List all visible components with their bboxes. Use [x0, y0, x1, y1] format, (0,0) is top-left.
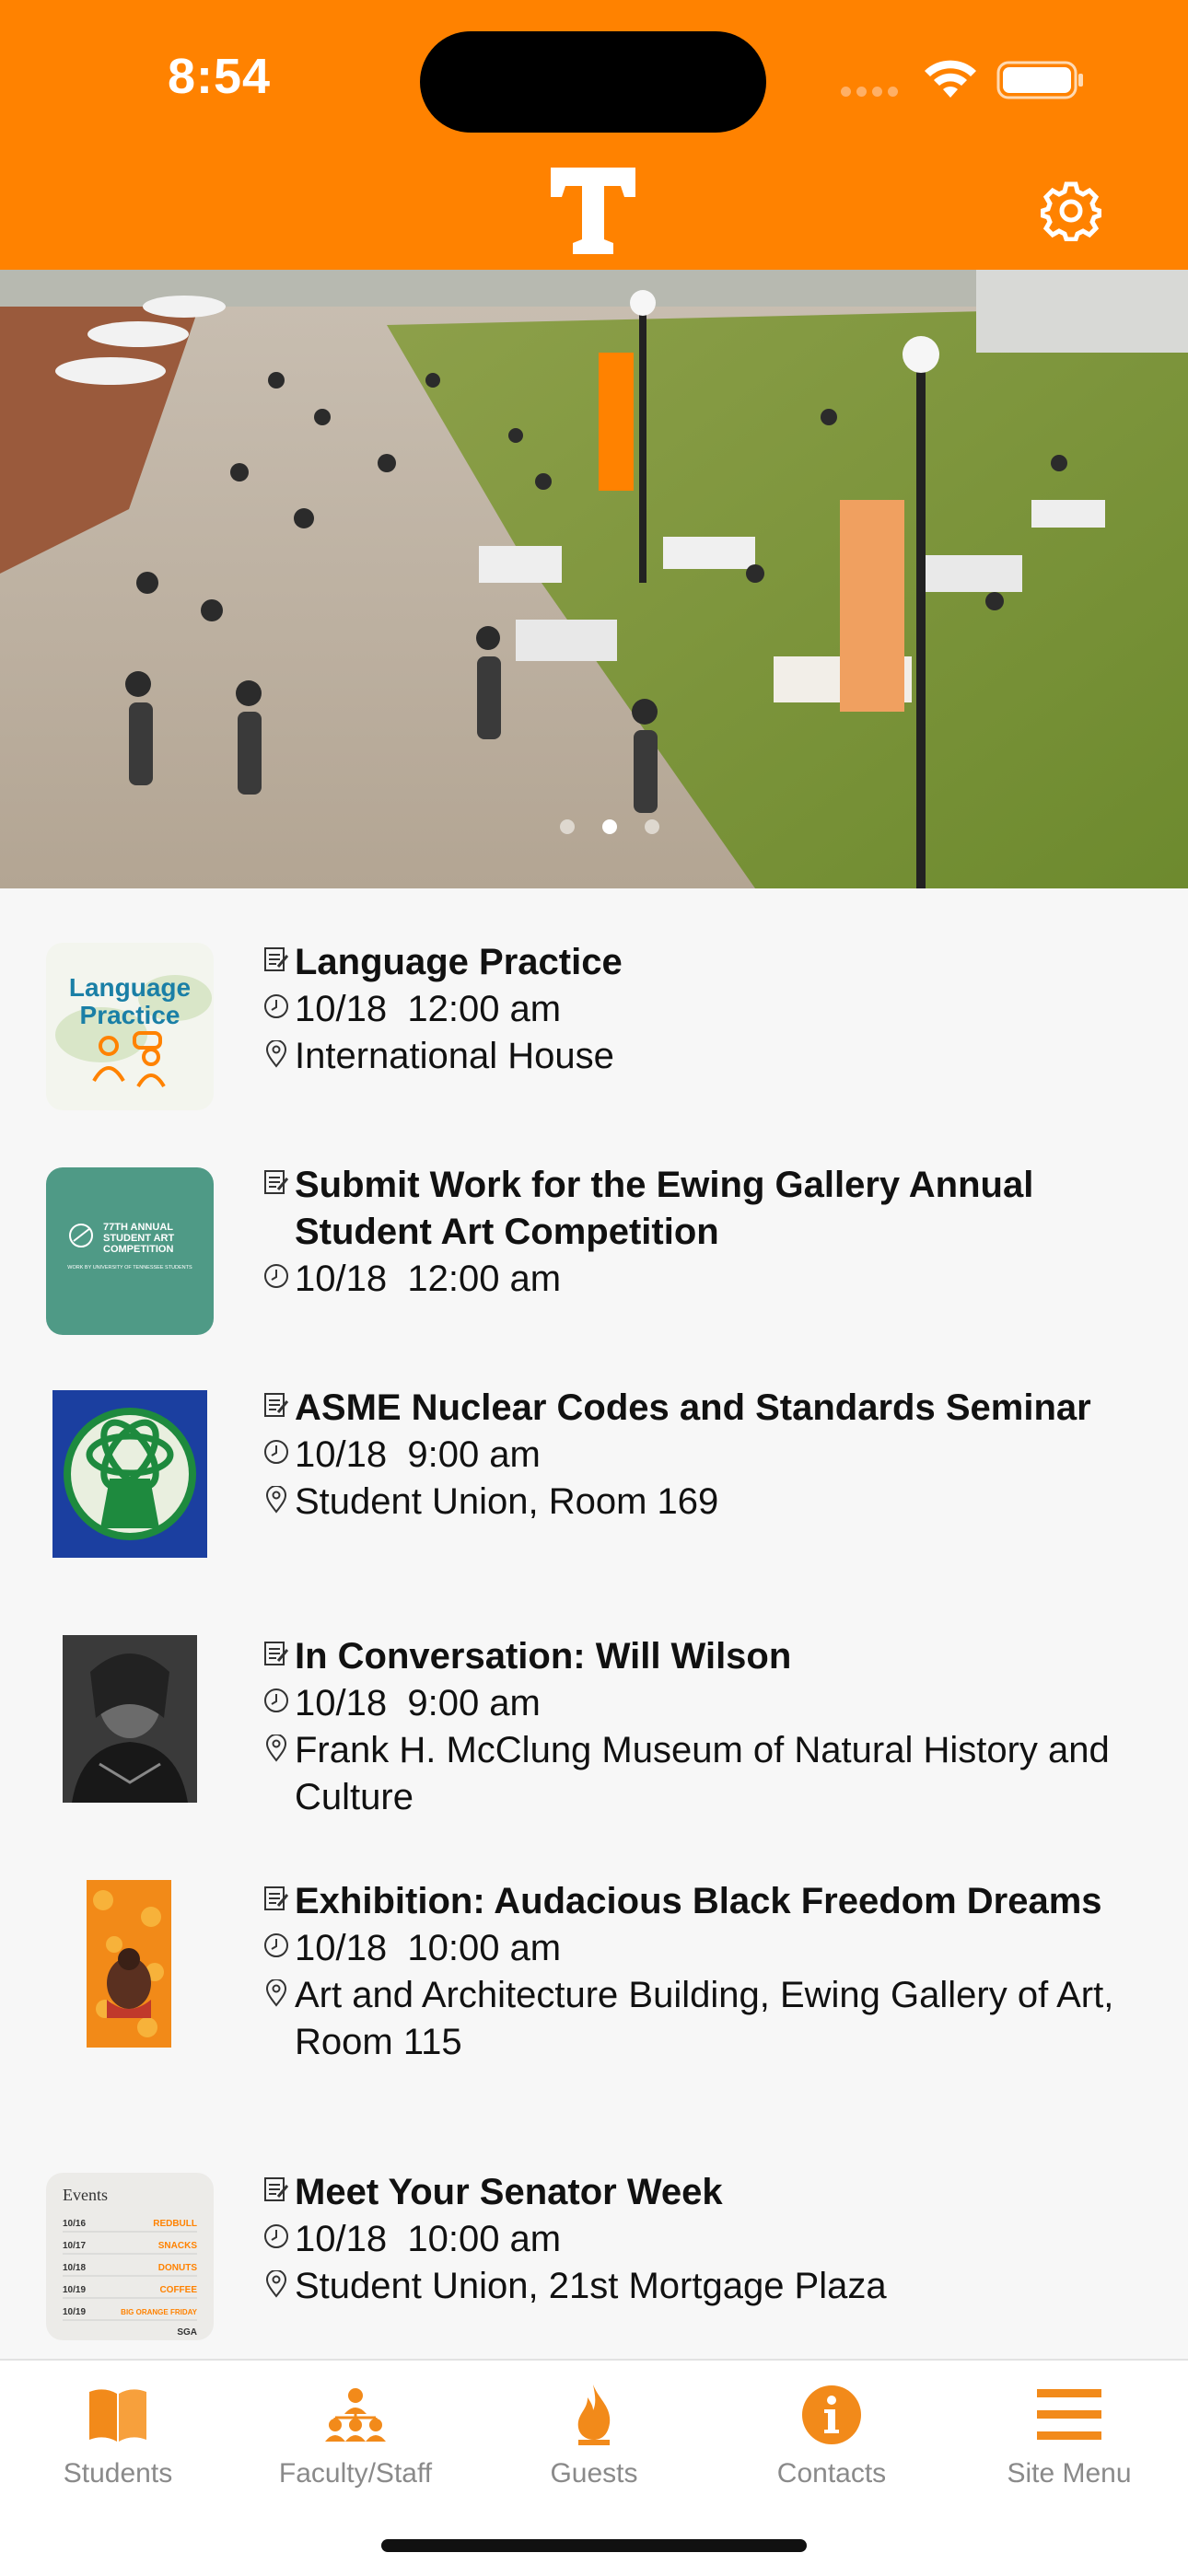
clock-icon — [258, 2216, 295, 2249]
event-time: 12:00 am — [407, 989, 562, 1029]
tab-label: Contacts — [776, 2458, 887, 2489]
event-title[interactable]: Exhibition: Audacious Black Freedom Drea… — [295, 1878, 1142, 1925]
org-chart-icon — [325, 2388, 386, 2442]
clock-icon — [258, 1925, 295, 1958]
event-date: 10/18 — [295, 1683, 388, 1723]
event-location: International House — [295, 1036, 614, 1076]
tab-label: Site Menu — [1007, 2458, 1132, 2489]
thumb-text-line4: WORK BY UNIVERSITY OF TENNESSEE STUDENTS — [67, 1265, 192, 1271]
thumb-row-date: 10/19 — [63, 2285, 86, 2295]
event-title[interactable]: In Conversation: Will Wilson — [295, 1633, 1142, 1680]
event-date: 10/18 — [295, 1434, 388, 1475]
location-pin-icon — [258, 1972, 295, 2007]
event-date: 10/18 — [295, 989, 388, 1029]
event-thumbnail: Events 10/16 REDBULL 10/17 SNACKS 10/18 … — [46, 2173, 214, 2340]
dynamic-island — [420, 31, 766, 133]
thumb-row-item: SNACKS — [158, 2241, 198, 2251]
flame-icon — [577, 2385, 611, 2445]
thumb-row-item: BIG ORANGE FRIDAY — [121, 2308, 197, 2316]
thumb-heading: Events — [63, 2186, 108, 2204]
location-pin-icon — [258, 1479, 295, 1514]
event-thumbnail: 77TH ANNUAL STUDENT ART COMPETITION WORK… — [46, 1167, 214, 1335]
hero-carousel[interactable] — [0, 270, 1188, 888]
tab-students[interactable]: Students — [7, 2379, 228, 2489]
campus-photo — [0, 270, 1188, 888]
event-date: 10/18 — [295, 2219, 388, 2259]
thumb-footer: SGA — [177, 2327, 197, 2338]
tab-label: Faculty/Staff — [278, 2458, 433, 2489]
calendar-note-icon — [258, 2169, 295, 2204]
event-date: 10/18 — [295, 1928, 388, 1968]
thumb-row-item: COFFEE — [159, 2285, 197, 2295]
battery-icon — [996, 61, 1083, 99]
clock-icon — [258, 1256, 295, 1289]
page-dot[interactable] — [645, 819, 659, 834]
tab-contacts[interactable]: Contacts — [721, 2379, 942, 2489]
signal-icon — [841, 85, 905, 98]
calendar-note-icon — [258, 1633, 295, 1668]
carousel-page-indicator[interactable] — [560, 819, 687, 839]
event-location: Art and Architecture Building, Ewing Gal… — [295, 1975, 1114, 2062]
event-time: 10:00 am — [407, 1928, 562, 1968]
clock-icon — [258, 1680, 295, 1713]
calendar-note-icon — [258, 1385, 295, 1420]
wifi-icon — [925, 60, 976, 98]
tab-faculty-staff[interactable]: Faculty/Staff — [245, 2379, 466, 2489]
thumb-row-item: DONUTS — [158, 2263, 198, 2273]
tennessee-t-logo-icon[interactable] — [547, 162, 639, 258]
event-title[interactable]: Language Practice — [295, 939, 1142, 986]
tab-label: Guests — [550, 2458, 638, 2489]
tab-guests[interactable]: Guests — [483, 2379, 705, 2489]
thumb-text-line1: 77TH ANNUAL — [103, 1222, 173, 1233]
event-time: 12:00 am — [407, 1259, 562, 1299]
location-pin-icon — [258, 2263, 295, 2298]
tab-label: Students — [63, 2458, 173, 2489]
thumb-row-date: 10/19 — [63, 2307, 86, 2317]
event-thumbnail — [52, 1390, 207, 1558]
thumb-text-line3: COMPETITION — [103, 1244, 173, 1255]
thumb-row-date: 10/18 — [63, 2263, 86, 2273]
event-location: Student Union, 21st Mortgage Plaza — [295, 2266, 887, 2306]
clock-icon — [258, 1432, 295, 1465]
app-header: 8:54 — [0, 0, 1188, 270]
event-title[interactable]: ASME Nuclear Codes and Standards Seminar — [295, 1385, 1142, 1432]
event-title[interactable]: Submit Work for the Ewing Gallery Annual… — [295, 1162, 1142, 1256]
info-icon — [802, 2385, 861, 2444]
event-location: Student Union, Room 169 — [295, 1481, 719, 1522]
event-time: 10:00 am — [407, 2219, 562, 2259]
event-date: 10/18 — [295, 1259, 388, 1299]
hamburger-menu-icon — [1037, 2389, 1101, 2440]
event-thumbnail: Language Practice — [46, 943, 214, 1110]
event-thumbnail — [63, 1635, 197, 1803]
event-location: Frank H. McClung Museum of Natural Histo… — [295, 1730, 1110, 1817]
gear-icon[interactable] — [1041, 180, 1101, 241]
event-thumbnail — [87, 1880, 171, 2048]
thumb-text-line2: STUDENT ART — [103, 1233, 174, 1244]
tab-site-menu[interactable]: Site Menu — [959, 2379, 1180, 2489]
status-time: 8:54 — [168, 49, 272, 104]
thumb-text-line1: Language — [69, 973, 191, 1002]
thumb-row-item: REDBULL — [153, 2219, 197, 2229]
event-title[interactable]: Meet Your Senator Week — [295, 2169, 1142, 2216]
thumb-row-date: 10/16 — [63, 2219, 86, 2229]
book-icon — [89, 2389, 146, 2442]
thumb-row-date: 10/17 — [63, 2241, 86, 2251]
location-pin-icon — [258, 1727, 295, 1762]
thumb-text-line2: Practice — [80, 1001, 181, 1029]
calendar-note-icon — [258, 939, 295, 974]
location-pin-icon — [258, 1033, 295, 1068]
calendar-note-icon — [258, 1878, 295, 1913]
calendar-note-icon — [258, 1162, 295, 1197]
clock-icon — [258, 986, 295, 1019]
page-dot-active[interactable] — [602, 819, 617, 834]
page-dot[interactable] — [560, 819, 575, 834]
event-time: 9:00 am — [407, 1434, 541, 1475]
home-indicator[interactable] — [381, 2539, 807, 2552]
event-time: 9:00 am — [407, 1683, 541, 1723]
